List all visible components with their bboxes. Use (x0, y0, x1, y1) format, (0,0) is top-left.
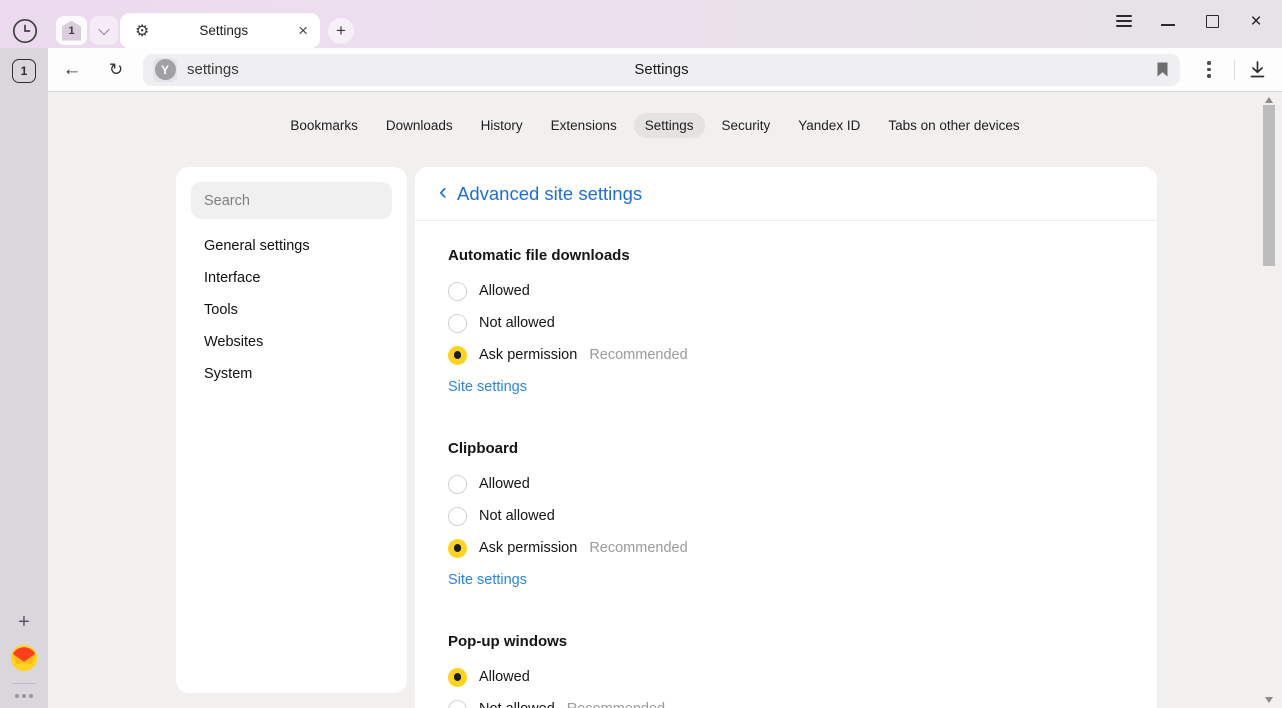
window-titlebar: 1 ⚙ Settings × + × (0, 0, 1282, 48)
download-icon (1247, 59, 1268, 80)
scroll-down-arrow-icon[interactable] (1265, 697, 1273, 703)
address-bar[interactable]: Y settings Settings (143, 54, 1180, 86)
nav-tab-history[interactable]: History (470, 113, 534, 138)
side-panel-bottom: + (0, 612, 48, 698)
toolbar-more-button[interactable] (1196, 57, 1222, 83)
tab-title: Settings (149, 23, 298, 38)
radio-icon[interactable] (448, 282, 467, 301)
radio-icon[interactable] (448, 314, 467, 333)
advanced-site-settings-card: ‹ Advanced site settings Automatic file … (415, 167, 1157, 708)
scrollbar-thumb[interactable] (1263, 105, 1275, 266)
tab-list-chevron-button[interactable] (90, 16, 118, 45)
bookmark-icon (1155, 61, 1170, 78)
radio-option-ask-permission[interactable]: Ask permission Recommended (448, 339, 1124, 371)
history-clock-icon[interactable] (12, 18, 38, 44)
back-chevron-icon[interactable]: ‹ (439, 180, 447, 204)
browser-menu-button[interactable] (1106, 3, 1142, 39)
radio-selected-icon[interactable] (448, 539, 467, 558)
tab-close-icon[interactable]: × (298, 22, 308, 39)
radio-icon[interactable] (448, 507, 467, 526)
radio-option-not-allowed[interactable]: Not allowed (448, 500, 1124, 532)
section-heading: Automatic file downloads (448, 247, 1124, 269)
sidebar-item-websites[interactable]: Websites (191, 326, 392, 358)
section-clipboard: Clipboard Allowed Not allowed Ask permis… (448, 414, 1124, 596)
nav-tab-settings[interactable]: Settings (634, 113, 705, 138)
maximize-button[interactable] (1194, 3, 1230, 39)
radio-option-ask-permission[interactable]: Ask permission Recommended (448, 532, 1124, 564)
panel-divider (12, 683, 36, 684)
nav-tab-downloads[interactable]: Downloads (375, 113, 464, 138)
hamburger-icon (1116, 15, 1132, 27)
browser-tab-settings[interactable]: ⚙ Settings × (120, 13, 320, 48)
tab-group-counter[interactable]: 1 (56, 16, 87, 45)
radio-option-allowed[interactable]: Allowed (448, 468, 1124, 500)
radio-icon[interactable] (448, 700, 467, 708)
section-heading: Pop-up windows (448, 633, 1124, 655)
radio-selected-icon[interactable] (448, 668, 467, 687)
bookmark-button[interactable] (1155, 61, 1170, 78)
tab-group-badge[interactable]: 1 (12, 59, 36, 83)
recommended-note: Recommended (567, 701, 665, 708)
section-heading: Clipboard (448, 440, 1124, 462)
settings-top-nav: Bookmarks Downloads History Extensions S… (48, 113, 1262, 138)
section-popup-windows: Pop-up windows Allowed Not allowed Recom… (448, 607, 1124, 708)
downloads-button[interactable] (1247, 59, 1268, 80)
browser-side-panel: 1 + (0, 48, 48, 708)
nav-tab-other-devices[interactable]: Tabs on other devices (877, 113, 1030, 138)
minimize-icon (1161, 24, 1175, 26)
browser-toolbar: ← ↻ Y settings Settings (48, 48, 1282, 91)
back-button[interactable]: ← (57, 55, 87, 85)
search-input[interactable] (191, 182, 392, 219)
settings-page: Bookmarks Downloads History Extensions S… (48, 91, 1282, 708)
site-settings-link[interactable]: Site settings (448, 572, 527, 588)
sidebar-item-general-settings[interactable]: General settings (191, 230, 392, 262)
maximize-icon (1206, 15, 1219, 28)
radio-selected-icon[interactable] (448, 346, 467, 365)
sidebar-item-system[interactable]: System (191, 358, 392, 390)
settings-nav-card: General settings Interface Tools Website… (176, 167, 407, 693)
add-panel-item-button[interactable]: + (18, 612, 30, 632)
new-tab-button[interactable]: + (328, 18, 354, 44)
scroll-up-arrow-icon[interactable] (1265, 97, 1273, 103)
sidebar-item-tools[interactable]: Tools (191, 294, 392, 326)
recommended-note: Recommended (589, 540, 687, 556)
nav-tab-yandex-id[interactable]: Yandex ID (787, 113, 871, 138)
radio-option-not-allowed[interactable]: Not allowed (448, 307, 1124, 339)
site-icon-chip: Y (153, 58, 177, 82)
close-icon: × (1250, 12, 1261, 31)
card-header: ‹ Advanced site settings (415, 167, 1157, 221)
address-url-text[interactable]: settings (187, 61, 239, 78)
section-automatic-file-downloads: Automatic file downloads Allowed Not all… (448, 221, 1124, 403)
card-title[interactable]: Advanced site settings (457, 183, 642, 205)
minimize-button[interactable] (1150, 3, 1186, 39)
site-favicon-icon: Y (155, 59, 176, 80)
nav-tab-bookmarks[interactable]: Bookmarks (279, 113, 369, 138)
settings-nav-list: General settings Interface Tools Website… (191, 230, 392, 390)
radio-icon[interactable] (448, 475, 467, 494)
more-panel-options-icon[interactable] (15, 694, 33, 698)
tab-count-badge: 1 (62, 21, 81, 41)
nav-tab-extensions[interactable]: Extensions (540, 113, 628, 138)
site-settings-link[interactable]: Site settings (448, 379, 527, 395)
toolbar-separator (1234, 60, 1235, 80)
gear-icon: ⚙ (135, 21, 149, 41)
nav-tab-security[interactable]: Security (711, 113, 782, 138)
radio-option-allowed[interactable]: Allowed (448, 661, 1124, 693)
page-title: Settings (143, 61, 1180, 78)
reload-button[interactable]: ↻ (101, 55, 131, 85)
radio-option-allowed[interactable]: Allowed (448, 275, 1124, 307)
close-window-button[interactable]: × (1238, 3, 1274, 39)
sidebar-item-interface[interactable]: Interface (191, 262, 392, 294)
page-scrollbar[interactable] (1262, 92, 1277, 708)
recommended-note: Recommended (589, 347, 687, 363)
chevron-down-icon (98, 23, 109, 34)
window-controls: × (1098, 0, 1274, 42)
yandex-mail-icon[interactable] (11, 645, 37, 671)
radio-option-not-allowed[interactable]: Not allowed Recommended (448, 693, 1124, 708)
